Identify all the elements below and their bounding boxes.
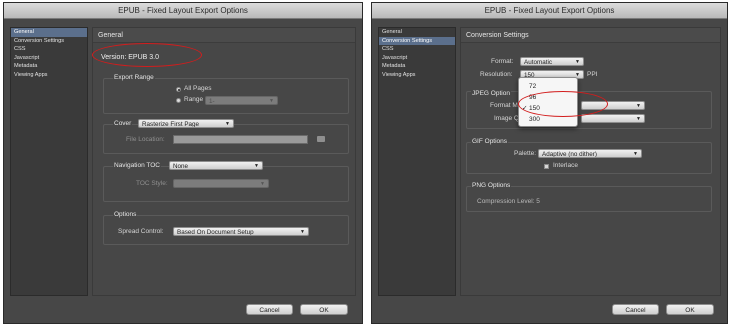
spread-control-label: Spread Control: [118, 228, 164, 235]
format-label: Format: [491, 58, 514, 65]
resolution-option-150-label: 150 [529, 105, 540, 112]
chevron-down-icon: ▼ [254, 163, 259, 169]
cover-label: Cover [113, 120, 133, 127]
gif-options-group [466, 142, 712, 174]
sidebar-item-general[interactable]: General [11, 28, 87, 37]
export-range-title: Export Range [113, 74, 155, 81]
chevron-down-icon: ▼ [300, 229, 305, 235]
category-sidebar: General Conversion Settings CSS Javascri… [10, 27, 88, 296]
range-input[interactable]: 1- ▼ [205, 96, 278, 105]
navigation-toc-label: Navigation TOC [113, 162, 162, 169]
interlace-checkbox[interactable] [544, 164, 549, 169]
dialog-title: EPUB - Fixed Layout Export Options [4, 3, 362, 19]
palette-value: Adaptive (no dither) [542, 151, 597, 158]
format-value: Automatic [524, 59, 552, 66]
chevron-down-icon: ▼ [633, 151, 638, 157]
folder-icon[interactable] [317, 136, 325, 142]
conversion-settings-panel: Conversion Settings Format: Automatic ▼ … [460, 27, 721, 296]
jpeg-options-title: JPEG Option [471, 90, 511, 97]
sidebar-item-javascript[interactable]: Javascript [379, 54, 455, 63]
resolution-option-150[interactable]: ✓ 150 [519, 103, 577, 114]
format-select[interactable]: Automatic ▼ [520, 57, 584, 66]
options-title: Options [113, 211, 138, 218]
format-method-select[interactable]: ▼ [581, 101, 645, 110]
sidebar-item-metadata[interactable]: Metadata [11, 62, 87, 71]
toc-style-label: TOC Style: [136, 180, 168, 187]
general-dialog: EPUB - Fixed Layout Export Options Gener… [3, 2, 363, 324]
range-radio[interactable] [176, 98, 181, 103]
palette-label: Palette: [514, 150, 537, 157]
cancel-button[interactable]: Cancel [612, 304, 659, 315]
checkmark-icon: ✓ [522, 105, 528, 112]
compression-level-label: Compression Level: 5 [477, 198, 540, 205]
sidebar-item-conversion-settings[interactable]: Conversion Settings [379, 36, 455, 46]
palette-select[interactable]: Adaptive (no dither) ▼ [538, 149, 642, 158]
png-options-title: PNG Options [471, 182, 512, 189]
sidebar-item-viewing-apps[interactable]: Viewing Apps [11, 71, 87, 80]
resolution-option-96[interactable]: 96 [519, 92, 577, 103]
chevron-down-icon: ▼ [260, 181, 265, 187]
category-sidebar: General Conversion Settings CSS Javascri… [378, 27, 456, 296]
sidebar-item-css[interactable]: CSS [11, 45, 87, 54]
format-method-label: Format M [490, 102, 518, 109]
cover-select[interactable]: Rasterize First Page ▼ [138, 119, 234, 128]
ok-button[interactable]: OK [300, 304, 348, 315]
conversion-settings-dialog: EPUB - Fixed Layout Export Options Gener… [371, 2, 728, 324]
chevron-down-icon: ▼ [269, 98, 274, 104]
version-label: Version: EPUB 3.0 [101, 54, 159, 61]
section-heading: Conversion Settings [461, 28, 720, 43]
navigation-toc-select[interactable]: None ▼ [169, 161, 263, 170]
sidebar-item-metadata[interactable]: Metadata [379, 62, 455, 71]
sidebar-item-general[interactable]: General [379, 28, 455, 37]
image-quality-label: Image Q [494, 115, 519, 122]
cover-value: Rasterize First Page [142, 121, 200, 128]
resolution-popup-menu: 72 96 ✓ 150 300 [518, 77, 578, 127]
chevron-down-icon: ▼ [636, 103, 641, 109]
all-pages-radio[interactable] [176, 87, 181, 92]
resolution-option-300[interactable]: 300 [519, 114, 577, 125]
spread-control-value: Based On Document Setup [177, 229, 254, 236]
file-location-label: File Location: [126, 136, 165, 143]
resolution-label: Resolution: [480, 71, 513, 78]
sidebar-item-javascript[interactable]: Javascript [11, 54, 87, 63]
image-quality-select[interactable]: ▼ [581, 114, 645, 123]
cancel-button[interactable]: Cancel [246, 304, 293, 315]
all-pages-label: All Pages [184, 85, 212, 92]
dialog-title: EPUB - Fixed Layout Export Options [372, 3, 727, 19]
toc-style-select[interactable]: ▼ [173, 179, 269, 188]
spread-control-select[interactable]: Based On Document Setup ▼ [173, 227, 309, 236]
section-heading: General [93, 28, 355, 43]
sidebar-item-css[interactable]: CSS [379, 45, 455, 54]
sidebar-item-viewing-apps[interactable]: Viewing Apps [379, 71, 455, 80]
ppi-label: PPI [587, 71, 598, 78]
range-value: 1- [209, 98, 215, 105]
navigation-toc-value: None [173, 163, 189, 170]
resolution-option-72[interactable]: 72 [519, 81, 577, 92]
file-location-field [173, 135, 308, 144]
general-panel: General Version: EPUB 3.0 Export Range A… [92, 27, 356, 296]
sidebar-item-conversion-settings[interactable]: Conversion Settings [11, 37, 87, 46]
range-label: Range [184, 96, 204, 103]
ok-button[interactable]: OK [666, 304, 714, 315]
interlace-label: Interlace [553, 162, 578, 169]
gif-options-title: GIF Options [471, 138, 509, 145]
chevron-down-icon: ▼ [636, 116, 641, 122]
chevron-down-icon: ▼ [575, 59, 580, 65]
chevron-down-icon: ▼ [225, 121, 230, 127]
